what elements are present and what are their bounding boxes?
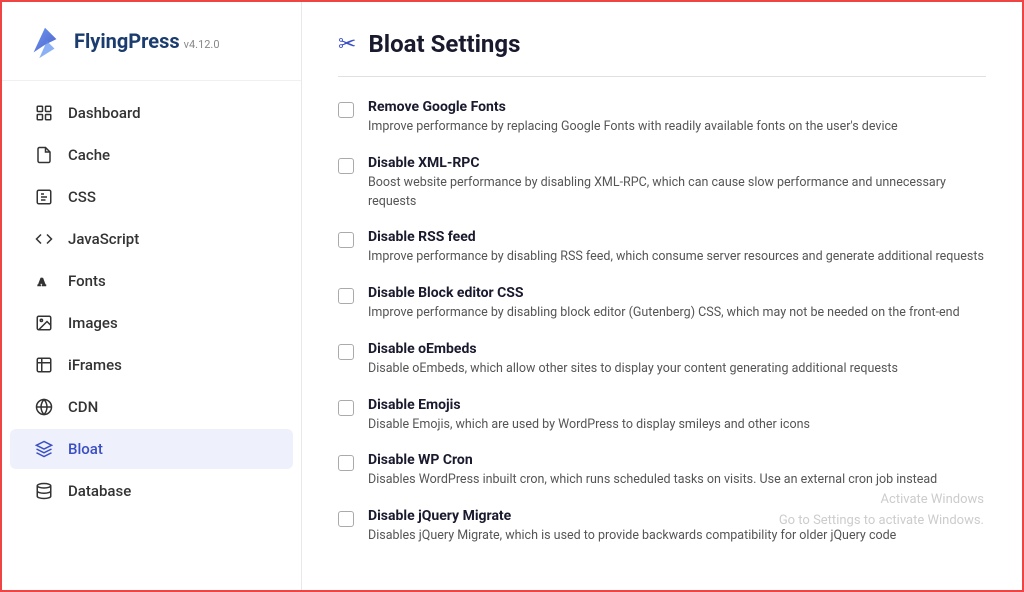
setting-desc-disable-rss-feed: Improve performance by disabling RSS fee… xyxy=(368,248,986,267)
setting-desc-disable-block-editor-css: Improve performance by disabling block e… xyxy=(368,304,986,323)
dashboard-icon xyxy=(34,103,54,123)
sidebar-item-dashboard[interactable]: Dashboard xyxy=(10,93,293,133)
logo-text: FlyingPress xyxy=(74,29,180,53)
page-title: Bloat Settings xyxy=(368,30,520,58)
sidebar-logo: FlyingPress v4.12.0 xyxy=(2,2,301,81)
setting-desc-disable-oembeds: Disable oEmbeds, which allow other sites… xyxy=(368,360,986,379)
checkbox-disable-jquery-migrate[interactable] xyxy=(338,511,354,527)
setting-text-disable-oembeds: Disable oEmbeds Disable oEmbeds, which al… xyxy=(368,341,986,379)
setting-text-disable-rss-feed: Disable RSS feed Improve performance by d… xyxy=(368,229,986,267)
setting-item-disable-wp-cron: Disable WP Cron Disables WordPress inbuil… xyxy=(338,452,986,490)
setting-title-disable-emojis: Disable Emojis xyxy=(368,397,986,413)
checkbox-remove-google-fonts[interactable] xyxy=(338,102,354,118)
setting-item-disable-oembeds: Disable oEmbeds Disable oEmbeds, which al… xyxy=(338,341,986,379)
sidebar-item-javascript-label: JavaScript xyxy=(68,230,139,248)
flyingpress-logo-icon xyxy=(26,22,64,60)
sidebar-item-javascript[interactable]: JavaScript xyxy=(10,219,293,259)
checkbox-disable-block-editor-css[interactable] xyxy=(338,288,354,304)
sidebar-navigation: Dashboard Cache CSS JavaScript A Fonts xyxy=(2,81,301,523)
sidebar-item-bloat-label: Bloat xyxy=(68,440,103,458)
javascript-icon xyxy=(34,229,54,249)
main-content: ✂ Bloat Settings Remove Google Fonts Impr… xyxy=(302,2,1022,590)
sidebar-item-database[interactable]: Database xyxy=(10,471,293,511)
setting-text-disable-block-editor-css: Disable Block editor CSS Improve performa… xyxy=(368,285,986,323)
checkbox-disable-emojis[interactable] xyxy=(338,400,354,416)
sidebar-item-cache-label: Cache xyxy=(68,146,110,164)
setting-text-disable-xml-rpc: Disable XML-RPC Boost website performance… xyxy=(368,155,986,212)
sidebar-item-database-label: Database xyxy=(68,482,131,500)
header-divider xyxy=(338,76,986,77)
setting-item-disable-rss-feed: Disable RSS feed Improve performance by d… xyxy=(338,229,986,267)
checkbox-disable-wp-cron[interactable] xyxy=(338,455,354,471)
checkbox-disable-oembeds[interactable] xyxy=(338,344,354,360)
sidebar-item-images[interactable]: Images xyxy=(10,303,293,343)
setting-desc-remove-google-fonts: Improve performance by replacing Google … xyxy=(368,118,986,137)
setting-text-remove-google-fonts: Remove Google Fonts Improve performance b… xyxy=(368,99,986,137)
setting-item-remove-google-fonts: Remove Google Fonts Improve performance b… xyxy=(338,99,986,137)
setting-desc-disable-jquery-migrate: Disables jQuery Migrate, which is used t… xyxy=(368,527,986,546)
setting-item-disable-block-editor-css: Disable Block editor CSS Improve performa… xyxy=(338,285,986,323)
iframes-icon xyxy=(34,355,54,375)
svg-text:A: A xyxy=(38,278,46,289)
cdn-icon xyxy=(34,397,54,417)
setting-text-disable-jquery-migrate: Disable jQuery Migrate Disables jQuery Mi… xyxy=(368,508,986,546)
setting-title-disable-block-editor-css: Disable Block editor CSS xyxy=(368,285,986,301)
checkbox-disable-rss-feed[interactable] xyxy=(338,232,354,248)
sidebar: FlyingPress v4.12.0 Dashboard Cache CSS xyxy=(2,2,302,590)
setting-desc-disable-emojis: Disable Emojis, which are used by WordPr… xyxy=(368,416,986,435)
setting-title-remove-google-fonts: Remove Google Fonts xyxy=(368,99,986,115)
sidebar-item-cdn[interactable]: CDN xyxy=(10,387,293,427)
bloat-settings-icon: ✂ xyxy=(338,32,356,57)
setting-item-disable-xml-rpc: Disable XML-RPC Boost website performance… xyxy=(338,155,986,212)
bloat-icon xyxy=(34,439,54,459)
css-icon xyxy=(34,187,54,207)
sidebar-item-css[interactable]: CSS xyxy=(10,177,293,217)
sidebar-item-fonts-label: Fonts xyxy=(68,272,106,290)
setting-desc-disable-wp-cron: Disables WordPress inbuilt cron, which r… xyxy=(368,471,986,490)
page-header: ✂ Bloat Settings xyxy=(338,30,986,58)
logo-text-group: FlyingPress v4.12.0 xyxy=(74,29,220,53)
sidebar-item-cdn-label: CDN xyxy=(68,398,98,416)
cache-icon xyxy=(34,145,54,165)
sidebar-item-fonts[interactable]: A Fonts xyxy=(10,261,293,301)
sidebar-item-images-label: Images xyxy=(68,314,118,332)
checkbox-disable-xml-rpc[interactable] xyxy=(338,158,354,174)
setting-item-disable-jquery-migrate: Disable jQuery Migrate Disables jQuery Mi… xyxy=(338,508,986,546)
setting-desc-disable-xml-rpc: Boost website performance by disabling X… xyxy=(368,174,986,212)
setting-title-disable-jquery-migrate: Disable jQuery Migrate xyxy=(368,508,986,524)
sidebar-item-css-label: CSS xyxy=(68,188,96,206)
sidebar-item-dashboard-label: Dashboard xyxy=(68,104,141,122)
sidebar-item-iframes-label: iFrames xyxy=(68,356,122,374)
setting-text-disable-wp-cron: Disable WP Cron Disables WordPress inbuil… xyxy=(368,452,986,490)
setting-title-disable-oembeds: Disable oEmbeds xyxy=(368,341,986,357)
images-icon xyxy=(34,313,54,333)
sidebar-item-bloat[interactable]: Bloat xyxy=(10,429,293,469)
setting-title-disable-wp-cron: Disable WP Cron xyxy=(368,452,986,468)
settings-list: Remove Google Fonts Improve performance b… xyxy=(338,99,986,546)
logo-version: v4.12.0 xyxy=(184,38,220,51)
sidebar-item-cache[interactable]: Cache xyxy=(10,135,293,175)
fonts-icon: A xyxy=(34,271,54,291)
database-icon xyxy=(34,481,54,501)
setting-title-disable-xml-rpc: Disable XML-RPC xyxy=(368,155,986,171)
setting-text-disable-emojis: Disable Emojis Disable Emojis, which are … xyxy=(368,397,986,435)
sidebar-item-iframes[interactable]: iFrames xyxy=(10,345,293,385)
setting-title-disable-rss-feed: Disable RSS feed xyxy=(368,229,986,245)
setting-item-disable-emojis: Disable Emojis Disable Emojis, which are … xyxy=(338,397,986,435)
